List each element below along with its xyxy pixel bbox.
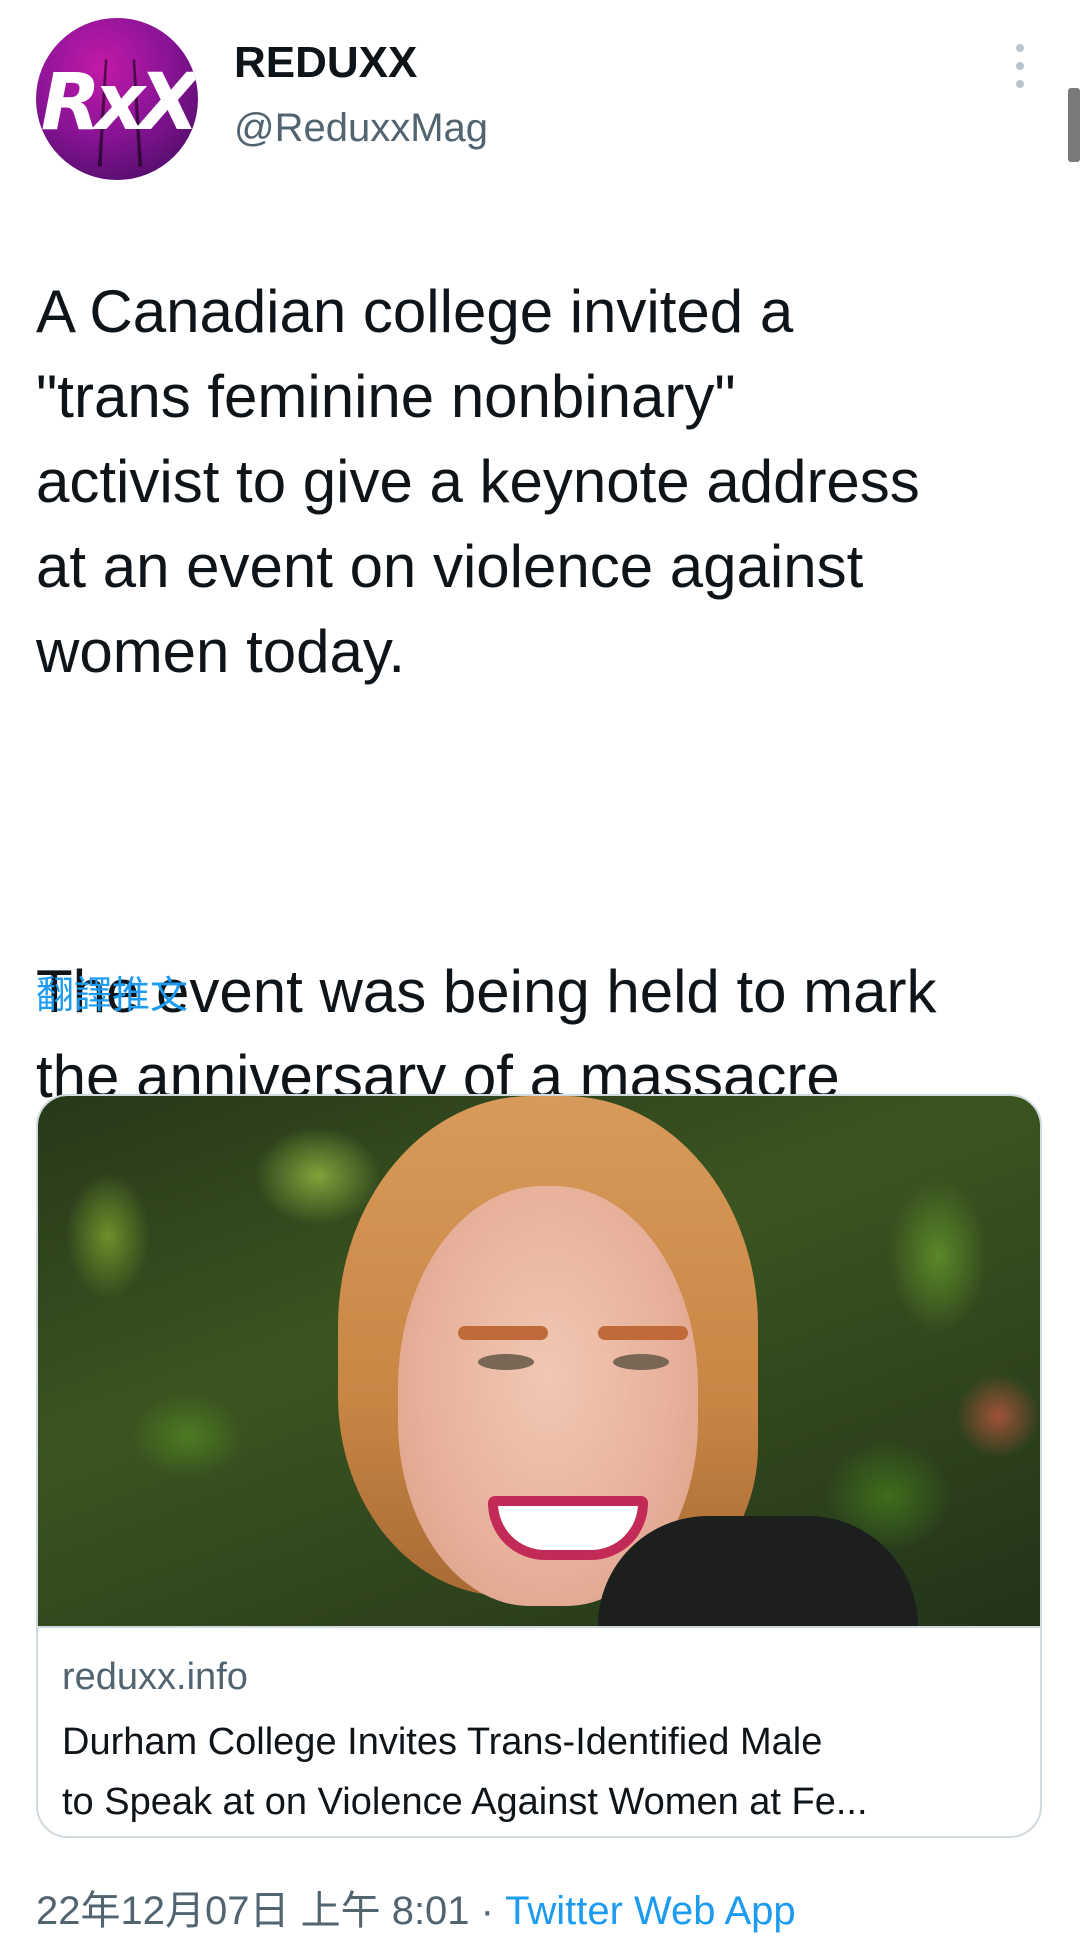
- link-title-line: Durham College Invites Trans-Identified …: [62, 1721, 823, 1763]
- avatar-logo-text: RxX: [40, 58, 198, 148]
- link-preview-card[interactable]: reduxx.info Durham College Invites Trans…: [36, 1094, 1042, 1838]
- link-title-line: to Speak at on Violence Against Women at…: [62, 1781, 868, 1823]
- meta-separator: ·: [469, 1889, 506, 1933]
- photo-eye: [613, 1354, 669, 1370]
- link-preview-image[interactable]: [38, 1096, 1040, 1626]
- avatar[interactable]: RxX: [36, 18, 198, 180]
- link-title: Durham College Invites Trans-Identified …: [62, 1712, 1012, 1832]
- tweet-meta-row: 22年12月07日 上午 8:01 · Twitter Web App: [36, 1878, 796, 1936]
- tweet-source-link[interactable]: Twitter Web App: [505, 1889, 796, 1933]
- photo-brow: [458, 1326, 548, 1340]
- translate-tweet-link[interactable]: 翻譯推文: [36, 964, 188, 1019]
- scrollbar-thumb[interactable]: [1068, 88, 1080, 162]
- link-preview-meta[interactable]: reduxx.info Durham College Invites Trans…: [38, 1626, 1040, 1836]
- author-display-name[interactable]: REDUXX: [234, 38, 417, 88]
- more-vertical-icon[interactable]: [1008, 44, 1032, 88]
- photo-brow: [598, 1326, 688, 1340]
- tweet-timestamp[interactable]: 22年12月07日 上午 8:01: [36, 1889, 470, 1933]
- photo-eye: [478, 1354, 534, 1370]
- author-handle[interactable]: @ReduxxMag: [234, 106, 488, 151]
- tweet-paragraph: A Canadian college invited a "trans femi…: [36, 278, 920, 685]
- link-domain: reduxx.info: [62, 1656, 248, 1698]
